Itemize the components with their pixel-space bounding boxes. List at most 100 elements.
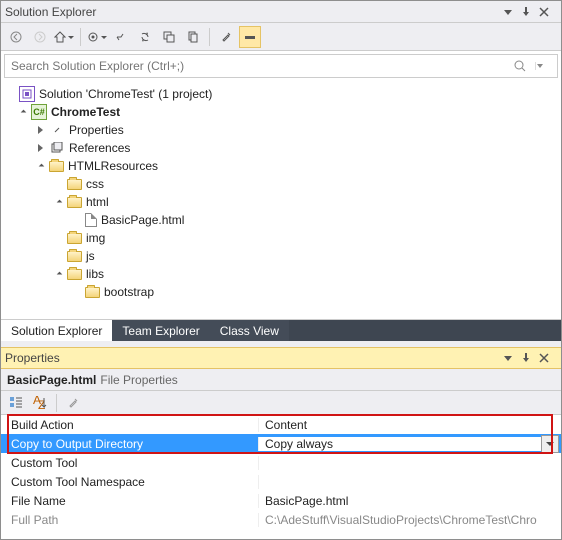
csharp-project-icon: C#	[31, 104, 47, 120]
properties-object-type: File Properties	[100, 373, 177, 387]
folder-icon	[67, 233, 82, 244]
properties-title: Properties	[5, 351, 503, 365]
prop-row-custom-tool-namespace[interactable]: Custom Tool Namespace	[1, 472, 561, 491]
alphabetical-button[interactable]: AZ	[29, 392, 51, 414]
solution-toolbar	[1, 23, 561, 51]
properties-titlebar: Properties	[1, 347, 561, 369]
folder-label: bootstrap	[104, 285, 154, 299]
forward-button[interactable]	[29, 26, 51, 48]
libs-folder-node[interactable]: libs	[3, 265, 559, 283]
file-node[interactable]: BasicPage.html	[3, 211, 559, 229]
css-folder-node[interactable]: css	[3, 175, 559, 193]
properties-grid: Build Action Content Copy to Output Dire…	[1, 415, 561, 529]
expand-icon[interactable]	[35, 142, 47, 154]
folder-icon	[67, 197, 82, 208]
expand-icon[interactable]	[53, 268, 65, 280]
folder-icon	[67, 269, 82, 280]
file-label: BasicPage.html	[101, 213, 184, 227]
window-menu-icon[interactable]	[503, 353, 521, 363]
expand-icon[interactable]	[17, 106, 29, 118]
close-icon[interactable]	[539, 7, 557, 17]
solution-tree: Solution 'ChromeTest' (1 project) C# Chr…	[1, 81, 561, 319]
js-folder-node[interactable]: js	[3, 247, 559, 265]
prop-value[interactable]: Content	[259, 418, 561, 432]
prop-key: Full Path	[1, 513, 259, 527]
prop-key: Build Action	[1, 418, 259, 432]
tab-class-view[interactable]: Class View	[210, 320, 289, 341]
window-menu-icon[interactable]	[503, 7, 521, 17]
prop-key: File Name	[1, 494, 259, 508]
home-button[interactable]	[53, 26, 75, 48]
folder-label: html	[86, 195, 109, 209]
prop-key: Copy to Output Directory	[1, 437, 259, 451]
search-box[interactable]	[4, 54, 558, 78]
properties-button[interactable]	[215, 26, 237, 48]
prop-row-build-action[interactable]: Build Action Content	[1, 415, 561, 434]
separator	[209, 28, 210, 46]
prop-row-file-name[interactable]: File Name BasicPage.html	[1, 491, 561, 510]
pin-icon[interactable]	[521, 7, 539, 17]
wrench-icon	[49, 122, 65, 138]
pending-changes-button[interactable]	[110, 26, 132, 48]
references-node[interactable]: References	[3, 139, 559, 157]
folder-label: img	[86, 231, 105, 245]
solution-icon	[19, 86, 35, 102]
htmlresources-node[interactable]: HTMLResources	[3, 157, 559, 175]
tab-solution-explorer[interactable]: Solution Explorer	[1, 320, 112, 341]
prop-value: C:\AdeStuff\VisualStudioProjects\ChromeT…	[259, 513, 561, 527]
properties-toolbar: AZ	[1, 391, 561, 415]
expand-icon[interactable]	[35, 124, 47, 136]
solution-node[interactable]: Solution 'ChromeTest' (1 project)	[3, 85, 559, 103]
prop-key: Custom Tool Namespace	[1, 475, 259, 489]
expand-icon[interactable]	[53, 196, 65, 208]
properties-label: Properties	[69, 123, 124, 137]
show-all-files-button[interactable]	[182, 26, 204, 48]
categorized-button[interactable]	[5, 392, 27, 414]
separator	[56, 394, 57, 412]
tab-team-explorer[interactable]: Team Explorer	[112, 320, 209, 341]
properties-node[interactable]: Properties	[3, 121, 559, 139]
collapse-all-button[interactable]	[158, 26, 180, 48]
prop-value[interactable]: Copy always	[259, 437, 541, 451]
folder-label: HTMLResources	[68, 159, 158, 173]
sync-button[interactable]	[134, 26, 156, 48]
solution-explorer-titlebar: Solution Explorer	[1, 1, 561, 23]
preview-button[interactable]	[239, 26, 261, 48]
solution-panel-tabs: Solution Explorer Team Explorer Class Vi…	[1, 319, 561, 341]
folder-label: libs	[86, 267, 104, 281]
prop-key: Custom Tool	[1, 456, 259, 470]
folder-icon	[67, 251, 82, 262]
close-icon[interactable]	[539, 353, 557, 363]
property-pages-button[interactable]	[62, 392, 84, 414]
references-icon	[49, 140, 65, 156]
back-button[interactable]	[5, 26, 27, 48]
prop-row-full-path[interactable]: Full Path C:\AdeStuff\VisualStudioProjec…	[1, 510, 561, 529]
project-label: ChromeTest	[51, 105, 120, 119]
expand-icon[interactable]	[35, 160, 47, 172]
prop-row-copy-output[interactable]: Copy to Output Directory Copy always	[1, 434, 561, 453]
dropdown-button[interactable]	[541, 435, 559, 453]
solution-label: Solution 'ChromeTest' (1 project)	[39, 87, 212, 101]
search-icon[interactable]	[513, 59, 535, 73]
html-file-icon	[85, 213, 97, 227]
project-node[interactable]: C# ChromeTest	[3, 103, 559, 121]
separator	[80, 28, 81, 46]
solution-explorer-title: Solution Explorer	[5, 5, 503, 19]
properties-object-bar: BasicPage.html File Properties	[1, 369, 561, 391]
prop-value[interactable]: BasicPage.html	[259, 494, 561, 508]
folder-icon	[67, 179, 82, 190]
folder-icon	[49, 161, 64, 172]
bootstrap-folder-node[interactable]: bootstrap	[3, 283, 559, 301]
prop-row-custom-tool[interactable]: Custom Tool	[1, 453, 561, 472]
folder-label: js	[86, 249, 95, 263]
properties-object-name: BasicPage.html	[7, 373, 96, 387]
html-folder-node[interactable]: html	[3, 193, 559, 211]
references-label: References	[69, 141, 130, 155]
folder-icon	[85, 287, 100, 298]
img-folder-node[interactable]: img	[3, 229, 559, 247]
folder-label: css	[86, 177, 104, 191]
search-input[interactable]	[5, 59, 513, 73]
search-dropdown-icon[interactable]	[535, 62, 557, 70]
pin-icon[interactable]	[521, 353, 539, 363]
scope-button[interactable]	[86, 26, 108, 48]
